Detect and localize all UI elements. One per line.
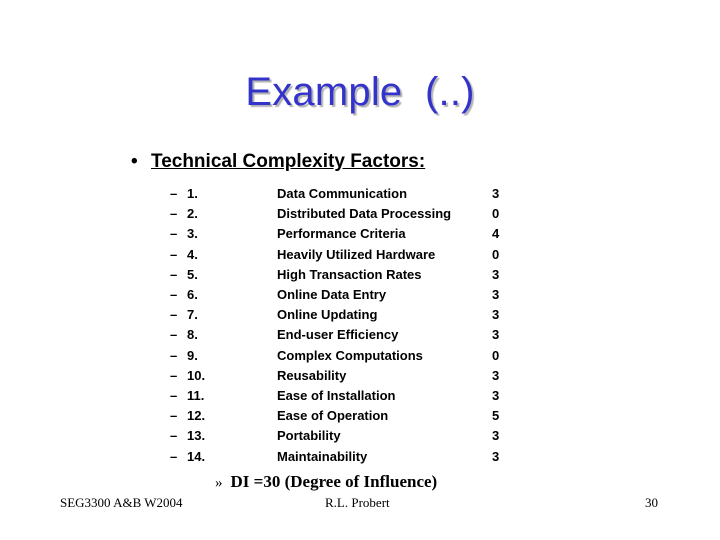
factor-name: Online Data Entry	[277, 287, 387, 302]
factor-row: –13. Portability 3	[0, 428, 720, 448]
factor-number: 12.	[187, 408, 206, 424]
dash-bullet: –	[170, 367, 178, 383]
factor-value: 0	[492, 206, 500, 222]
factor-value: 3	[492, 266, 500, 282]
factor-row: –8. End-user Efficiency 3	[0, 327, 720, 347]
factor-number: 3.	[187, 226, 198, 242]
dash-bullet: –	[170, 186, 178, 201]
factor-number: 1.	[187, 186, 198, 201]
factor-row: –4. Heavily Utilized Hardware 0	[0, 247, 720, 267]
factor-number: 8.	[187, 327, 198, 343]
page-number: 30	[645, 495, 658, 510]
footer-course: SEG3300 A&B W2004	[60, 495, 183, 510]
factor-value: 3	[492, 448, 500, 464]
factor-name: Complex Computations	[277, 347, 423, 363]
factor-number: 4.	[187, 246, 198, 262]
dash-bullet: –	[170, 307, 178, 323]
factor-number: 2.	[187, 206, 198, 222]
factor-row: –5. High Transaction Rates 3	[0, 267, 720, 287]
factor-row: –12. Ease of Operation 5	[0, 408, 720, 428]
factor-number: 7.	[187, 307, 198, 323]
factor-value: 3	[492, 186, 500, 201]
factor-row: –10. Reusability 3	[0, 368, 720, 388]
factor-name: Heavily Utilized Hardware	[277, 246, 436, 262]
dash-bullet: –	[170, 246, 178, 262]
factor-name: Distributed Data Processing	[277, 206, 452, 222]
factor-value: 3	[492, 327, 500, 343]
factor-row: –11. Ease of Installation 3	[0, 388, 720, 408]
factor-name: Maintainability	[277, 448, 368, 464]
dash-bullet: –	[170, 327, 178, 343]
factor-number: 6.	[187, 287, 198, 302]
factor-value: 3	[492, 367, 500, 383]
factor-name: Ease of Operation	[277, 408, 389, 424]
footer-author: R.L. Probert	[325, 495, 390, 510]
factor-name: Performance Criteria	[277, 226, 406, 242]
factor-name: High Transaction Rates	[277, 266, 422, 282]
dash-bullet: –	[170, 287, 178, 302]
factor-row: –9. Complex Computations 0	[0, 348, 720, 368]
factor-value: 3	[492, 388, 500, 403]
factor-value: 5	[492, 408, 500, 424]
factor-row: –2. Distributed Data Processing 0	[0, 206, 720, 226]
bullet-icon: •	[131, 151, 138, 172]
factor-value: 4	[492, 226, 500, 242]
factor-row: –6. Online Data Entry 3	[0, 287, 720, 307]
factor-name: Data Communication	[277, 186, 408, 201]
dash-bullet: –	[170, 226, 178, 242]
dash-bullet: –	[170, 347, 178, 363]
slide: Example (..) • Technical Complexity Facto…	[0, 0, 720, 540]
factor-name: Portability	[277, 428, 341, 444]
di-text: DI =30 (Degree of Influence)	[230, 472, 438, 491]
factor-value: 0	[492, 347, 500, 363]
factor-number: 11.	[187, 388, 205, 403]
factor-name: Ease of Installation	[277, 388, 396, 403]
dash-bullet: –	[170, 448, 178, 464]
dash-bullet: –	[170, 408, 178, 424]
dash-bullet: –	[170, 388, 178, 403]
dash-bullet: –	[170, 206, 178, 222]
factor-row: –3. Performance Criteria 4	[0, 226, 720, 246]
dash-bullet: –	[170, 428, 178, 444]
factor-name: Reusability	[277, 367, 347, 383]
di-summary: » DI =30 (Degree of Influence)	[215, 472, 437, 492]
factor-number: 10.	[187, 367, 206, 383]
factor-name: End-user Efficiency	[277, 327, 399, 343]
factor-value: 3	[492, 307, 500, 323]
factor-value: 3	[492, 287, 500, 302]
factor-number: 9.	[187, 347, 198, 363]
dash-bullet: –	[170, 266, 178, 282]
factor-value: 0	[492, 246, 500, 262]
factor-number: 14.	[187, 448, 206, 464]
factor-row: –1. Data Communication 3	[0, 186, 720, 206]
factor-value: 3	[492, 428, 500, 444]
factor-row: –14. Maintainability 3	[0, 449, 720, 469]
double-chevron-icon: »	[215, 475, 223, 491]
factor-number: 5.	[187, 266, 198, 282]
factor-name: Online Updating	[277, 307, 378, 323]
slide-title: Example (..)	[245, 70, 475, 114]
factor-number: 13.	[187, 428, 206, 444]
section-heading: Technical Complexity Factors:	[151, 151, 426, 172]
bullet-heading: • Technical Complexity Factors:	[131, 151, 425, 173]
factor-row: –7. Online Updating 3	[0, 307, 720, 327]
